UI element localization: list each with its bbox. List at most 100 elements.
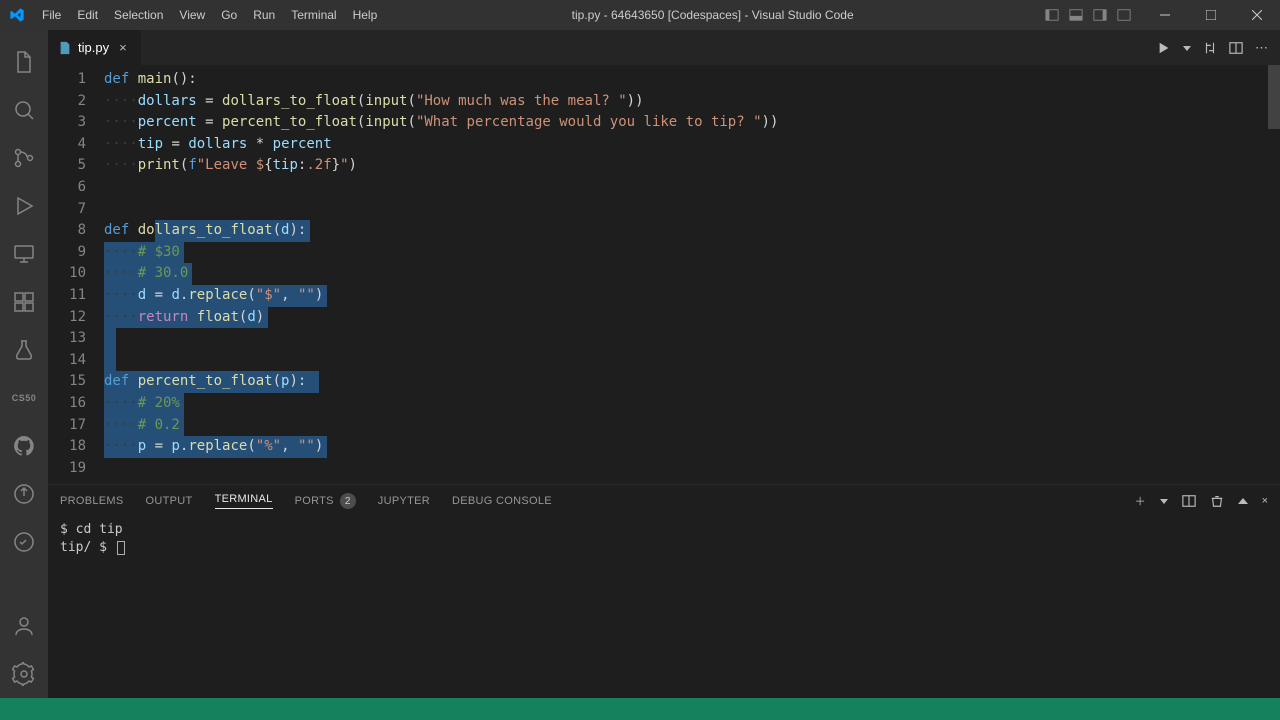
panel-actions: ＋ × bbox=[1135, 493, 1268, 509]
menu-help[interactable]: Help bbox=[345, 0, 386, 30]
menubar: FileEditSelectionViewGoRunTerminalHelp bbox=[34, 0, 385, 30]
editor-actions: ⋯ bbox=[1145, 30, 1280, 65]
close-button[interactable] bbox=[1234, 0, 1280, 30]
code-line[interactable] bbox=[104, 350, 1280, 372]
explorer-icon[interactable] bbox=[0, 38, 48, 86]
menu-edit[interactable]: Edit bbox=[69, 0, 106, 30]
maximize-button[interactable] bbox=[1188, 0, 1234, 30]
customize-layout-icon[interactable] bbox=[1112, 0, 1136, 30]
panel-tab-debug-console[interactable]: DEBUG CONSOLE bbox=[452, 495, 552, 507]
line-number: 4 bbox=[48, 134, 86, 156]
code-line[interactable]: def percent_to_float(p): bbox=[104, 371, 1280, 393]
tab-tip-py[interactable]: tip.py × bbox=[48, 30, 142, 65]
editor-tabs: tip.py × ⋯ bbox=[48, 30, 1280, 65]
menu-run[interactable]: Run bbox=[245, 0, 283, 30]
line-number: 7 bbox=[48, 199, 86, 221]
code-line[interactable] bbox=[104, 458, 1280, 480]
ports-count-badge: 2 bbox=[340, 493, 356, 509]
line-number: 5 bbox=[48, 155, 86, 177]
settings-gear-icon[interactable] bbox=[0, 650, 48, 698]
vscode-logo-icon bbox=[0, 7, 34, 23]
code-line[interactable]: ····dollars = dollars_to_float(input("Ho… bbox=[104, 91, 1280, 113]
kill-terminal-icon[interactable] bbox=[1210, 494, 1224, 508]
code-line[interactable]: def dollars_to_float(d): bbox=[104, 220, 1280, 242]
new-terminal-icon[interactable]: ＋ bbox=[1135, 493, 1146, 509]
code-line[interactable]: ····# 30.0 bbox=[104, 263, 1280, 285]
live-share-icon[interactable] bbox=[0, 470, 48, 518]
code-line[interactable] bbox=[104, 199, 1280, 221]
code-line[interactable] bbox=[104, 328, 1280, 350]
activity-bar: CS50 bbox=[0, 30, 48, 698]
panel-tab-jupyter[interactable]: JUPYTER bbox=[378, 495, 430, 507]
line-number: 1 bbox=[48, 69, 86, 91]
line-number: 17 bbox=[48, 415, 86, 437]
run-debug-icon[interactable] bbox=[0, 182, 48, 230]
toggle-panel-icon[interactable] bbox=[1064, 0, 1088, 30]
code-line[interactable]: ····print(f"Leave ${tip:.2f}") bbox=[104, 155, 1280, 177]
terminal-cursor bbox=[117, 541, 125, 555]
bottom-panel: PROBLEMS OUTPUT TERMINAL PORTS2 JUPYTER DEBUG… bbox=[48, 484, 1280, 698]
title-bar: FileEditSelectionViewGoRunTerminalHelp t… bbox=[0, 0, 1280, 30]
code-editor[interactable]: 12345678910111213141516171819 def main()… bbox=[48, 65, 1280, 484]
run-file-icon[interactable] bbox=[1157, 41, 1171, 55]
code-line[interactable]: ····# 20% bbox=[104, 393, 1280, 415]
compare-changes-icon[interactable] bbox=[1203, 41, 1217, 55]
code-line[interactable]: ····d = d.replace("$", "") bbox=[104, 285, 1280, 307]
github-icon[interactable] bbox=[0, 422, 48, 470]
panel-tab-ports[interactable]: PORTS2 bbox=[295, 493, 356, 509]
line-number: 6 bbox=[48, 177, 86, 199]
panel-tab-output[interactable]: OUTPUT bbox=[146, 495, 193, 507]
menu-go[interactable]: Go bbox=[213, 0, 245, 30]
tab-close-icon[interactable]: × bbox=[115, 40, 131, 55]
line-number: 13 bbox=[48, 328, 86, 350]
python-file-icon bbox=[58, 41, 72, 55]
code-line[interactable]: ····percent = percent_to_float(input("Wh… bbox=[104, 112, 1280, 134]
terminal-dropdown-icon[interactable] bbox=[1160, 497, 1168, 505]
line-number: 15 bbox=[48, 371, 86, 393]
source-control-icon[interactable] bbox=[0, 134, 48, 182]
code-line[interactable]: ····# 0.2 bbox=[104, 415, 1280, 437]
layout-buttons bbox=[1040, 0, 1136, 30]
split-editor-icon[interactable] bbox=[1229, 41, 1243, 55]
toggle-secondary-sidebar-icon[interactable] bbox=[1088, 0, 1112, 30]
code-area[interactable]: def main():····dollars = dollars_to_floa… bbox=[104, 65, 1280, 484]
line-number: 8 bbox=[48, 220, 86, 242]
line-number: 16 bbox=[48, 393, 86, 415]
line-number: 14 bbox=[48, 350, 86, 372]
status-bar[interactable] bbox=[0, 698, 1280, 720]
terminal-content[interactable]: $ cd tiptip/ $ bbox=[48, 517, 1280, 698]
cs50-icon[interactable]: CS50 bbox=[0, 374, 48, 422]
code-line[interactable]: ····# $30 bbox=[104, 242, 1280, 264]
close-panel-icon[interactable]: × bbox=[1262, 495, 1268, 507]
code-line[interactable]: ····p = p.replace("%", "") bbox=[104, 436, 1280, 458]
search-icon[interactable] bbox=[0, 86, 48, 134]
maximize-panel-icon[interactable] bbox=[1238, 496, 1248, 506]
menu-file[interactable]: File bbox=[34, 0, 69, 30]
terminal-line: tip/ $ bbox=[60, 539, 1268, 557]
accounts-icon[interactable] bbox=[0, 602, 48, 650]
line-number: 3 bbox=[48, 112, 86, 134]
toggle-primary-sidebar-icon[interactable] bbox=[1040, 0, 1064, 30]
code-line[interactable]: ····return float(d) bbox=[104, 307, 1280, 329]
split-terminal-icon[interactable] bbox=[1182, 494, 1196, 508]
menu-selection[interactable]: Selection bbox=[106, 0, 171, 30]
code-line[interactable] bbox=[104, 177, 1280, 199]
tab-filename: tip.py bbox=[78, 40, 109, 55]
line-number: 18 bbox=[48, 436, 86, 458]
panel-tab-problems[interactable]: PROBLEMS bbox=[60, 495, 124, 507]
remote-explorer-icon[interactable] bbox=[0, 230, 48, 278]
window-title: tip.py - 64643650 [Codespaces] - Visual … bbox=[385, 8, 1040, 22]
codespaces-icon[interactable] bbox=[0, 518, 48, 566]
code-line[interactable]: ····tip = dollars * percent bbox=[104, 134, 1280, 156]
code-line[interactable]: def main(): bbox=[104, 69, 1280, 91]
more-actions-icon[interactable]: ⋯ bbox=[1255, 40, 1268, 56]
run-dropdown-icon[interactable] bbox=[1183, 44, 1191, 52]
menu-view[interactable]: View bbox=[171, 0, 213, 30]
extensions-icon[interactable] bbox=[0, 278, 48, 326]
minimize-button[interactable] bbox=[1142, 0, 1188, 30]
panel-tab-terminal[interactable]: TERMINAL bbox=[215, 493, 273, 509]
menu-terminal[interactable]: Terminal bbox=[283, 0, 344, 30]
testing-icon[interactable] bbox=[0, 326, 48, 374]
line-number: 10 bbox=[48, 263, 86, 285]
scrollbar-thumb[interactable] bbox=[1268, 65, 1280, 129]
